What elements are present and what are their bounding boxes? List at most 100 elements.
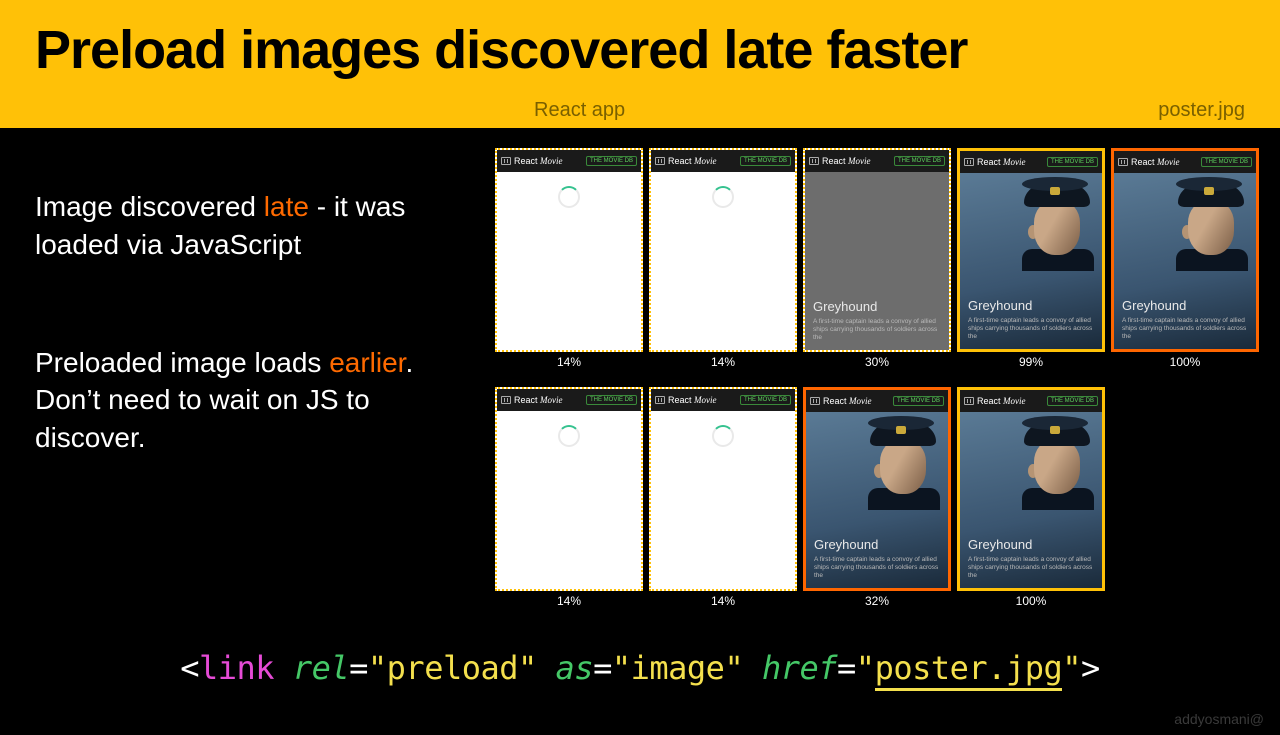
poster-body: Greyhound A first-time captain leads a c… <box>1114 173 1256 349</box>
poster-title: Greyhound <box>813 299 941 314</box>
mini-app-badge: THE MOVIE DB <box>1047 396 1098 406</box>
author-credit: addyosmani@ <box>1174 711 1264 727</box>
poster-figure <box>1176 181 1246 266</box>
code-val-as: "image" <box>612 649 743 687</box>
frame-box: React Movie THE MOVIE DB <box>649 148 797 352</box>
mini-app-bar: React Movie THE MOVIE DB <box>806 390 948 412</box>
mini-app-badge: THE MOVIE DB <box>586 156 637 166</box>
mini-app-bar: React Movie THE MOVIE DB <box>805 150 949 172</box>
poster-subtitle: A first-time captain leads a convoy of a… <box>814 556 940 580</box>
filmstrip-frame: React Movie THE MOVIE DB Greyhound A fir… <box>803 148 951 369</box>
poster-body: Greyhound A first-time captain leads a c… <box>960 173 1102 349</box>
film-icon <box>655 157 665 165</box>
code-val-href-close: " <box>1062 649 1081 687</box>
code-eq3: = <box>837 649 856 687</box>
filmstrip-frame: React Movie THE MOVIE DB 14% <box>649 387 797 608</box>
filmstrip-frame: React Movie THE MOVIE DB 14% <box>495 148 643 369</box>
mini-app-title: React Movie <box>514 156 563 166</box>
frame-percent: 14% <box>711 355 735 369</box>
mini-app-title: React Movie <box>822 156 871 166</box>
mini-app-bar: React Movie THE MOVIE DB <box>960 390 1102 412</box>
spinner-icon <box>558 186 580 208</box>
poster-figure <box>1022 420 1092 505</box>
film-icon <box>964 158 974 166</box>
desc2-highlight: earlier <box>329 347 405 378</box>
poster-subtitle: A first-time captain leads a convoy of a… <box>968 317 1094 341</box>
mini-app-bar: React Movie THE MOVIE DB <box>1114 151 1256 173</box>
frame-percent: 14% <box>711 594 735 608</box>
frame-box: React Movie THE MOVIE DB <box>495 148 643 352</box>
poster-subtitle: A first-time captain leads a convoy of a… <box>1122 317 1248 341</box>
frame-box: React Movie THE MOVIE DB <box>649 387 797 591</box>
code-lt: < <box>180 649 199 687</box>
code-val-rel: "preload" <box>368 649 537 687</box>
poster-title: Greyhound <box>968 298 1094 313</box>
slide-title: Preload images discovered late faster <box>35 22 1245 79</box>
frame-box: React Movie THE MOVIE DB Greyhound A fir… <box>957 148 1105 352</box>
placeholder-body: Greyhound A first-time captain leads a c… <box>805 172 949 350</box>
descriptions-column: Image discovered late - it was loaded vi… <box>35 148 465 626</box>
poster-figure <box>868 420 938 505</box>
poster-title: Greyhound <box>968 537 1094 552</box>
code-attr-href: href <box>762 649 837 687</box>
header-label-right: poster.jpg <box>1158 99 1245 122</box>
film-icon <box>964 397 974 405</box>
film-icon <box>501 396 511 404</box>
frame-percent: 14% <box>557 355 581 369</box>
code-eq1: = <box>349 649 368 687</box>
filmstrip-frame: React Movie THE MOVIE DB Greyhound A fir… <box>803 387 951 608</box>
mini-app-title: React Movie <box>668 395 717 405</box>
filmstrip-frame: React Movie THE MOVIE DB 14% <box>649 148 797 369</box>
mini-app-bar: React Movie THE MOVIE DB <box>651 150 795 172</box>
frame-percent: 100% <box>1170 355 1201 369</box>
frame-percent: 99% <box>1019 355 1043 369</box>
poster-body: Greyhound A first-time captain leads a c… <box>806 412 948 588</box>
film-icon <box>809 157 819 165</box>
mini-app-bar: React Movie THE MOVIE DB <box>651 389 795 411</box>
mini-app-title: React Movie <box>668 156 717 166</box>
loading-body <box>651 411 795 589</box>
mini-app-bar: React Movie THE MOVIE DB <box>960 151 1102 173</box>
film-icon <box>501 157 511 165</box>
code-val-href-open: " <box>856 649 875 687</box>
mini-app-title: React Movie <box>977 157 1026 167</box>
mini-app-badge: THE MOVIE DB <box>893 396 944 406</box>
mini-app-badge: THE MOVIE DB <box>894 156 945 166</box>
code-tag: link <box>199 649 274 687</box>
description-row-2: Preloaded image loads earlier. Don’t nee… <box>35 344 465 457</box>
poster-body: Greyhound A first-time captain leads a c… <box>960 412 1102 588</box>
frame-box: React Movie THE MOVIE DB Greyhound A fir… <box>803 387 951 591</box>
poster-figure <box>1022 181 1092 266</box>
film-icon <box>810 397 820 405</box>
poster-title: Greyhound <box>1122 298 1248 313</box>
spinner-icon <box>558 425 580 447</box>
header-label-left: React app <box>534 99 625 122</box>
slide-header: Preload images discovered late faster Re… <box>0 0 1280 128</box>
desc1-pre: Image discovered <box>35 191 264 222</box>
filmstrip-frame: React Movie THE MOVIE DB Greyhound A fir… <box>957 148 1105 369</box>
poster-subtitle: A first-time captain leads a convoy of a… <box>968 556 1094 580</box>
filmstrip-frame: React Movie THE MOVIE DB Greyhound A fir… <box>1111 148 1259 369</box>
mini-app-badge: THE MOVIE DB <box>740 156 791 166</box>
frame-box: React Movie THE MOVIE DB <box>495 387 643 591</box>
description-row-1: Image discovered late - it was loaded vi… <box>35 188 465 264</box>
mini-app-title: React Movie <box>823 396 872 406</box>
spinner-icon <box>712 425 734 447</box>
spinner-icon <box>712 186 734 208</box>
frame-box: React Movie THE MOVIE DB Greyhound A fir… <box>1111 148 1259 352</box>
filmstrip-row: React Movie THE MOVIE DB 14% React Movie… <box>495 148 1268 369</box>
frame-percent: 100% <box>1016 594 1047 608</box>
code-gt: > <box>1081 649 1100 687</box>
loading-body <box>651 172 795 350</box>
mini-app-bar: React Movie THE MOVIE DB <box>497 389 641 411</box>
film-icon <box>655 396 665 404</box>
code-attr-rel: rel <box>293 649 349 687</box>
mini-app-bar: React Movie THE MOVIE DB <box>497 150 641 172</box>
frame-box: React Movie THE MOVIE DB Greyhound A fir… <box>803 148 951 352</box>
code-eq2: = <box>593 649 612 687</box>
loading-body <box>497 172 641 350</box>
code-val-href-text: poster.jpg <box>875 649 1063 691</box>
loading-body <box>497 411 641 589</box>
filmstrip-frame: React Movie THE MOVIE DB 14% <box>495 387 643 608</box>
mini-app-badge: THE MOVIE DB <box>1201 157 1252 167</box>
